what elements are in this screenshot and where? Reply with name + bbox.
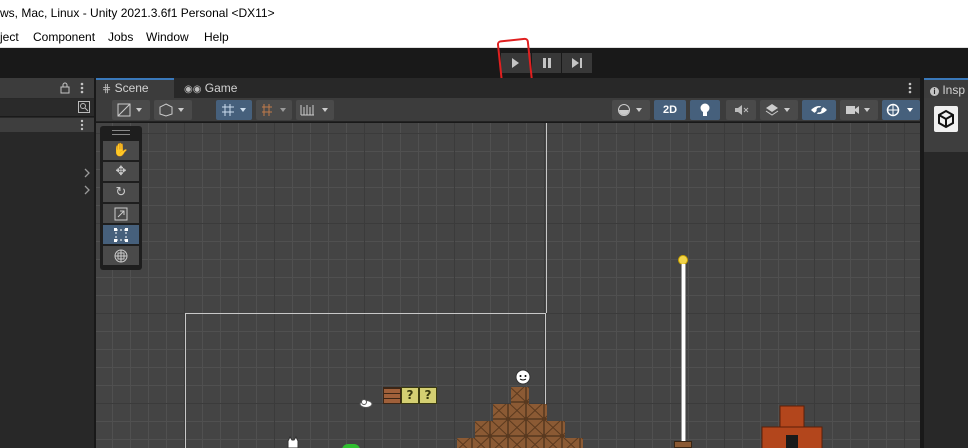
transform-tool-button[interactable] (103, 246, 139, 265)
layers-icon (765, 104, 790, 116)
gizmos-dropdown[interactable] (882, 100, 920, 120)
scene-lighting-dropdown[interactable] (612, 100, 650, 120)
lightbulb-icon (700, 103, 710, 116)
tab-inspector-label: Insp (942, 83, 966, 97)
transform-tools-overlay: ✋ ✥ ↻ (100, 126, 142, 270)
mute-speaker-icon (735, 105, 749, 115)
shading-mode-dropdown[interactable] (154, 100, 192, 120)
menu-help[interactable]: Help (204, 30, 229, 44)
hidden-eye-icon (811, 103, 827, 117)
menu-component[interactable]: Component (33, 30, 95, 44)
sphere-icon (618, 104, 642, 116)
rotate-tool-button[interactable]: ↻ (103, 183, 139, 202)
cloud-sprite (359, 399, 373, 408)
green-pipe-top (342, 444, 360, 448)
expand-chevron-icon[interactable] (84, 168, 90, 178)
scale-tool-button[interactable] (103, 204, 139, 223)
more-options-icon[interactable] (80, 82, 84, 94)
hierarchy-search-input[interactable] (0, 99, 94, 117)
move-tool-button[interactable]: ✥ (103, 162, 139, 181)
move-icon: ✥ (115, 164, 127, 179)
flagpole (681, 264, 686, 448)
character-sprite (515, 369, 531, 385)
scene-grid-icon: ⋕ (102, 83, 112, 95)
transform-icon (114, 249, 128, 262)
gizmo-globe-icon (886, 103, 913, 117)
hand-tool-button[interactable]: ✋ (103, 141, 139, 160)
scene-visibility-toggle[interactable] (802, 100, 836, 120)
scene-tab-bar: ⋕ Scene ◉◉ Game (96, 78, 920, 98)
audio-toggle[interactable] (726, 100, 756, 120)
overlay-drag-handle[interactable] (112, 130, 130, 135)
expand-chevron-icon[interactable] (84, 185, 90, 195)
scene-viewport[interactable]: ? ? (96, 123, 920, 448)
camera-bounds-edge (546, 123, 547, 313)
menu-jobs[interactable]: Jobs (108, 30, 133, 44)
draw-mode-dropdown[interactable] (112, 100, 150, 120)
ruler-dropdown[interactable] (296, 100, 334, 120)
crate-pyramid (457, 387, 583, 448)
hand-icon: ✋ (112, 143, 130, 158)
snap-increment-icon (262, 104, 286, 116)
question-block: ? (401, 387, 419, 404)
grid-snap-icon (222, 104, 246, 116)
step-icon (572, 58, 583, 68)
more-options-icon[interactable] (908, 82, 912, 94)
search-options-icon[interactable] (78, 101, 90, 113)
gamepad-icon: ◉◉ (184, 84, 202, 95)
lighting-toggle[interactable] (690, 100, 720, 120)
hierarchy-header (0, 78, 94, 98)
brick-block (383, 387, 401, 404)
more-options-icon[interactable] (80, 119, 84, 131)
enemy-sprite (287, 436, 299, 448)
cube-icon (159, 103, 184, 117)
hierarchy-panel (0, 78, 94, 448)
flagpole-base (674, 441, 692, 448)
snap-increment-dropdown[interactable] (256, 100, 292, 120)
game-object-icon (934, 106, 958, 132)
window-title-bar: ws, Mac, Linux - Unity 2021.3.6f1 Person… (0, 0, 968, 28)
tab-scene[interactable]: ⋕ Scene (96, 78, 174, 98)
inspector-panel: i Insp (924, 78, 968, 448)
lock-icon[interactable] (60, 82, 70, 94)
inspector-body (924, 98, 968, 152)
question-block: ? (419, 387, 437, 404)
rect-transform-icon (114, 227, 128, 242)
scene-toolbar: 2D (96, 98, 920, 122)
main-toolbar (0, 48, 968, 78)
effects-dropdown[interactable] (760, 100, 798, 120)
menu-project[interactable]: ject (0, 30, 19, 44)
castle-sprite (761, 405, 823, 448)
pause-icon (542, 58, 551, 68)
tab-game-label: Game (204, 81, 238, 95)
camera-icon (846, 106, 870, 114)
draw-mode-icon (117, 103, 142, 117)
tab-game[interactable]: ◉◉ Game (178, 78, 250, 98)
grid-snap-toggle[interactable] (216, 100, 252, 120)
scale-icon (114, 207, 128, 220)
rect-tool-button[interactable] (103, 225, 139, 244)
menu-window[interactable]: Window (146, 30, 189, 44)
hierarchy-scene-row[interactable] (0, 118, 94, 132)
menu-bar: ject Component Jobs Window Help (0, 28, 968, 48)
pause-button[interactable] (531, 53, 562, 73)
window-title: ws, Mac, Linux - Unity 2021.3.6f1 Person… (0, 6, 275, 20)
step-button[interactable] (562, 53, 593, 73)
tab-scene-label: Scene (114, 81, 149, 95)
info-icon: i (930, 87, 939, 96)
toggle-2d-button[interactable]: 2D (654, 100, 686, 120)
camera-dropdown[interactable] (840, 100, 878, 120)
ruler-icon (300, 105, 328, 116)
tab-inspector[interactable]: i Insp (924, 78, 968, 98)
rotate-icon: ↻ (115, 185, 127, 200)
